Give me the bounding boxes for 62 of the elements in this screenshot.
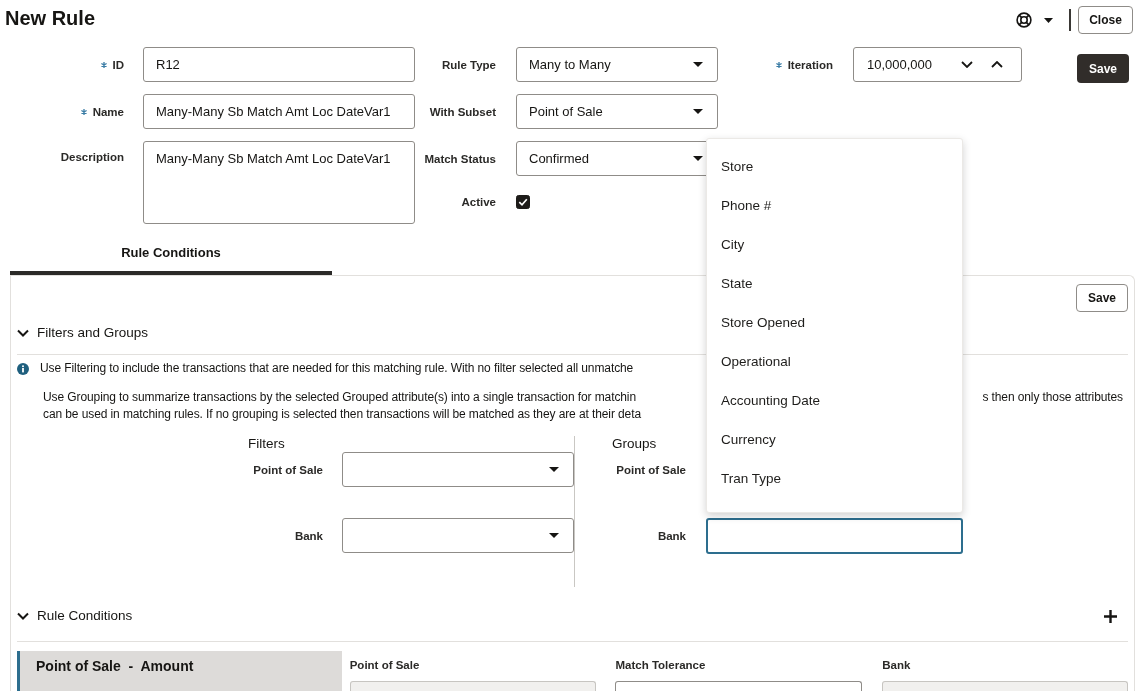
chevron-up-icon[interactable] bbox=[991, 61, 1003, 68]
field-label: Match Tolerance bbox=[615, 658, 706, 673]
field-label: Name bbox=[92, 105, 124, 118]
field-label: Bank bbox=[657, 530, 686, 542]
field-label: Iteration bbox=[787, 58, 833, 71]
help-text: can be used in matching rules. If no grouping is selected then transactions will be matched as they are at their deta bbox=[43, 406, 641, 423]
help-menu-button[interactable] bbox=[1016, 11, 1053, 29]
field-label: Bank bbox=[882, 658, 911, 673]
section-title: Rule Conditions bbox=[37, 607, 133, 625]
caret-icon bbox=[1044, 17, 1053, 23]
menu-option[interactable]: Operational bbox=[707, 342, 962, 381]
field-label: Rule Type bbox=[441, 58, 496, 71]
menu-option[interactable]: Phone # bbox=[707, 186, 962, 225]
number-field[interactable]: 10,000,000 bbox=[853, 47, 1022, 82]
dropdown-field[interactable]: Many to Many bbox=[516, 47, 718, 82]
section-title: Filters and Groups bbox=[37, 324, 149, 342]
lifebuoy-icon bbox=[1016, 12, 1032, 28]
page-title: New Rule bbox=[5, 6, 96, 30]
caret-icon bbox=[693, 62, 703, 67]
menu-option[interactable]: Store Opened bbox=[707, 303, 962, 342]
dropdown-field[interactable]: Point of Sale bbox=[516, 94, 718, 129]
menu-option[interactable]: Accounting Date bbox=[707, 381, 962, 420]
dropdown-field[interactable] bbox=[342, 518, 574, 553]
field-label: ID bbox=[112, 58, 124, 71]
save-button[interactable]: Save bbox=[1076, 284, 1128, 312]
help-text: Use Filtering to include the transactions that are needed for this matching rule. With no filter selected all unmatche bbox=[40, 360, 634, 377]
field-label: Bank bbox=[294, 529, 323, 542]
chevron-down-icon[interactable] bbox=[17, 612, 29, 620]
field-label: Match Status bbox=[424, 152, 496, 165]
save-button[interactable]: Save bbox=[1077, 54, 1129, 83]
checkbox[interactable] bbox=[516, 194, 530, 209]
input-field[interactable] bbox=[615, 681, 863, 691]
tab[interactable]: Rule Conditions bbox=[10, 238, 332, 275]
close-button[interactable]: Close bbox=[1078, 6, 1133, 34]
field-label: Active bbox=[461, 195, 496, 208]
field-label: Point of Sale bbox=[616, 463, 686, 476]
caret-icon bbox=[549, 467, 559, 472]
dropdown-field[interactable] bbox=[342, 452, 574, 487]
text-area[interactable]: Many-Many Sb Match Amt Loc DateVar1 bbox=[143, 141, 415, 224]
text-field[interactable]: R12 bbox=[143, 47, 415, 82]
chevron-down-icon[interactable] bbox=[961, 61, 973, 68]
text-field[interactable]: Many-Many Sb Match Amt Loc DateVar1 bbox=[143, 94, 415, 129]
menu-option[interactable]: Currency bbox=[707, 420, 962, 459]
input-field[interactable] bbox=[706, 518, 963, 554]
column-heading: Groups bbox=[612, 436, 657, 452]
chevron-down-icon[interactable] bbox=[17, 329, 29, 337]
caret-icon bbox=[693, 156, 703, 161]
menu-option[interactable]: Tran Type bbox=[707, 459, 962, 498]
field-label: Point of Sale bbox=[253, 463, 323, 476]
menu-option[interactable]: State bbox=[707, 264, 962, 303]
condition-card[interactable]: Point of Sale - Amount bbox=[17, 651, 342, 691]
menu-option[interactable]: City bbox=[707, 225, 962, 264]
field-label: Point of Sale bbox=[349, 658, 420, 673]
field-label: Description bbox=[60, 151, 124, 163]
help-text: Use Grouping to summarize transactions by the selected Grouped attribute(s) into a single transaction for matchin bbox=[43, 389, 636, 406]
caret-icon bbox=[693, 109, 703, 114]
field-label: With Subset bbox=[429, 105, 496, 118]
add-icon[interactable] bbox=[1104, 609, 1117, 623]
caret-icon bbox=[549, 533, 559, 538]
help-text: s then only those attributes bbox=[982, 389, 1123, 406]
column-heading: Filters bbox=[248, 436, 285, 452]
info-icon bbox=[17, 362, 29, 375]
